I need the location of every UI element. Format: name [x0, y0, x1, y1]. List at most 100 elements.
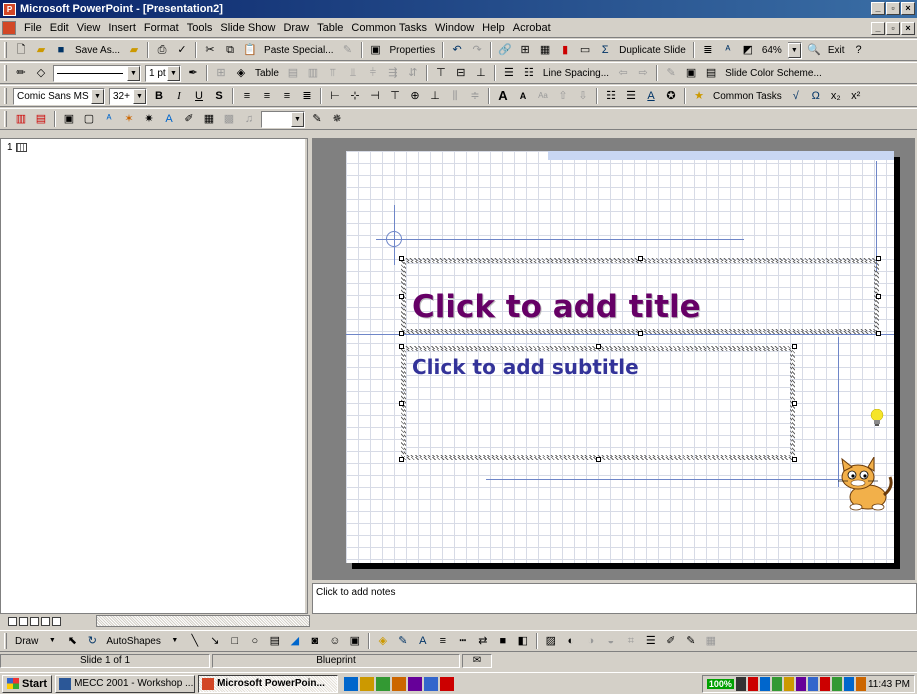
subtitle-placeholder-text[interactable]: Click to add subtitle — [412, 355, 639, 379]
textbox-a-icon[interactable]: A — [161, 111, 177, 127]
toolbar-grip[interactable] — [4, 42, 7, 58]
document-icon[interactable] — [2, 21, 16, 35]
tray-icon[interactable] — [771, 677, 782, 691]
tray-icon[interactable] — [747, 677, 758, 691]
print-icon[interactable]: ⎙ — [154, 42, 170, 58]
align-top-text-icon[interactable]: ⊤ — [433, 65, 449, 81]
spelling-status-icon[interactable]: ✉ — [462, 654, 492, 668]
toolbar-grip[interactable] — [4, 111, 7, 127]
start-button[interactable]: Start — [2, 674, 53, 693]
restore-button[interactable]: ▫ — [886, 2, 900, 15]
draw-menu-button[interactable]: Draw — [11, 636, 42, 647]
show-formatting-icon[interactable]: ᴬ — [720, 42, 736, 58]
line-weight-icon[interactable]: ☰ — [643, 633, 659, 649]
common-tasks-icon[interactable]: ★ — [691, 88, 707, 104]
arrow-style-icon[interactable]: ⇄ — [475, 633, 491, 649]
picture-icon[interactable]: ✐ — [181, 111, 197, 127]
align-center-icon[interactable]: ⫫ — [345, 65, 361, 81]
clipart-icon[interactable]: ✶ — [121, 111, 137, 127]
normal-view-icon[interactable]: ▣ — [61, 111, 77, 127]
doc-restore-button[interactable]: ▫ — [886, 22, 900, 35]
insert-table-icon[interactable]: ▦ — [537, 42, 553, 58]
shadow-icon[interactable]: S — [211, 88, 227, 104]
paste-icon[interactable]: 📋 — [242, 42, 258, 58]
menu-help[interactable]: Help — [478, 22, 509, 34]
quicklaunch-icon[interactable] — [344, 676, 359, 691]
properties-icon[interactable]: ▣ — [368, 42, 384, 58]
subtitle-placeholder[interactable]: Click to add subtitle — [399, 344, 797, 462]
italic-icon[interactable]: I — [171, 88, 187, 104]
distribute-rows-icon[interactable]: ⇶ — [385, 65, 401, 81]
new-slide-icon[interactable]: ▭ — [577, 42, 593, 58]
3d-style-icon[interactable]: ◧ — [515, 633, 531, 649]
brightness-icon[interactable]: ◒ — [603, 633, 619, 649]
justify-icon[interactable]: ≣ — [299, 88, 315, 104]
menu-format[interactable]: Format — [140, 22, 183, 34]
tables-borders-icon[interactable]: ⊞ — [517, 42, 533, 58]
free-rotate-icon[interactable]: ↻ — [84, 633, 100, 649]
line-color-icon[interactable]: ✎ — [395, 633, 411, 649]
duplicate-slide-button[interactable]: Duplicate Slide — [615, 45, 690, 56]
slide-layout-icon[interactable]: ▥ — [13, 111, 29, 127]
align-bottom-text-icon[interactable]: ⊥ — [473, 65, 489, 81]
clock[interactable]: 11:43 PM — [868, 679, 910, 690]
align-center-icon[interactable]: ≡ — [259, 88, 275, 104]
fill-color-icon[interactable]: ◈ — [233, 65, 249, 81]
set-transparent-icon[interactable]: ▦ — [703, 633, 719, 649]
insert-image-icon[interactable]: ▨ — [543, 633, 559, 649]
menu-file[interactable]: File — [20, 22, 46, 34]
resize-handle[interactable] — [596, 457, 601, 462]
align-right-icon[interactable]: ≡ — [279, 88, 295, 104]
border-color-icon[interactable]: ✒ — [185, 65, 201, 81]
normal-view-button[interactable] — [8, 616, 17, 626]
line-weight-dropdown[interactable]: 1 pt ▼ — [145, 64, 181, 82]
tray-icon[interactable] — [819, 677, 830, 691]
group-icon[interactable]: ▣ — [683, 65, 699, 81]
arrow-tool-icon[interactable]: ↘ — [207, 633, 223, 649]
resize-handle[interactable] — [399, 401, 404, 406]
zoom-dropdown[interactable]: ▼ — [787, 41, 802, 59]
bullets-icon[interactable]: ☰ — [623, 88, 639, 104]
shadow-style-icon[interactable]: ■ — [495, 633, 511, 649]
office-assistant-cat-icon[interactable] — [834, 457, 894, 513]
recolor-icon[interactable]: ✎ — [663, 65, 679, 81]
change-case-icon[interactable]: Aa — [535, 88, 551, 104]
toolbar-grip[interactable] — [4, 65, 7, 81]
tray-icon[interactable] — [843, 677, 854, 691]
chevron-down-icon[interactable]: ▼ — [167, 633, 183, 649]
increase-font-icon[interactable]: A — [495, 88, 511, 104]
notes-pane[interactable]: Click to add notes — [312, 583, 917, 614]
select-objects-icon[interactable]: ⬉ — [64, 633, 80, 649]
resize-handle[interactable] — [596, 344, 601, 349]
star-effect-icon[interactable]: ✵ — [329, 111, 345, 127]
resize-handle[interactable] — [399, 256, 404, 261]
recolor-picture-icon[interactable]: ✐ — [663, 633, 679, 649]
toolbar-grip[interactable] — [4, 633, 7, 649]
menu-acrobat[interactable]: Acrobat — [509, 22, 555, 34]
quicklaunch-icon[interactable] — [360, 676, 375, 691]
symbol-icon[interactable]: Ω — [808, 88, 824, 104]
custom-animation-icon[interactable]: ✎ — [309, 111, 325, 127]
toolbar-grip[interactable] — [4, 88, 7, 104]
quicklaunch-icon[interactable] — [424, 676, 439, 691]
object-dropdown[interactable]: ▼ — [261, 110, 305, 128]
eraser-icon[interactable]: ◇ — [33, 65, 49, 81]
pen-icon[interactable]: ✏ — [13, 65, 29, 81]
font-dropdown[interactable]: Comic Sans MS ▼ — [13, 87, 105, 105]
menu-draw[interactable]: Draw — [279, 22, 313, 34]
open-folder-icon[interactable]: ▰ — [126, 42, 142, 58]
menu-table[interactable]: Table — [313, 22, 347, 34]
font-color-icon[interactable]: A — [643, 88, 659, 104]
outside-borders-icon[interactable]: ⊞ — [213, 65, 229, 81]
effects-icon[interactable]: ✷ — [141, 111, 157, 127]
close-button[interactable]: × — [901, 2, 915, 15]
taskbar-word-document[interactable]: MECC 2001 - Workshop ... — [55, 674, 196, 693]
line-spacing-button[interactable]: Line Spacing... — [539, 68, 613, 79]
resize-handle[interactable] — [792, 457, 797, 462]
outline-scrollbar[interactable] — [305, 139, 307, 613]
resize-handle[interactable] — [876, 256, 881, 261]
resize-handle[interactable] — [399, 331, 404, 336]
align-top-obj-icon[interactable]: ⊤ — [387, 88, 403, 104]
rectangle-tool-icon[interactable]: □ — [227, 633, 243, 649]
slide-view-icon[interactable]: ▢ — [81, 111, 97, 127]
